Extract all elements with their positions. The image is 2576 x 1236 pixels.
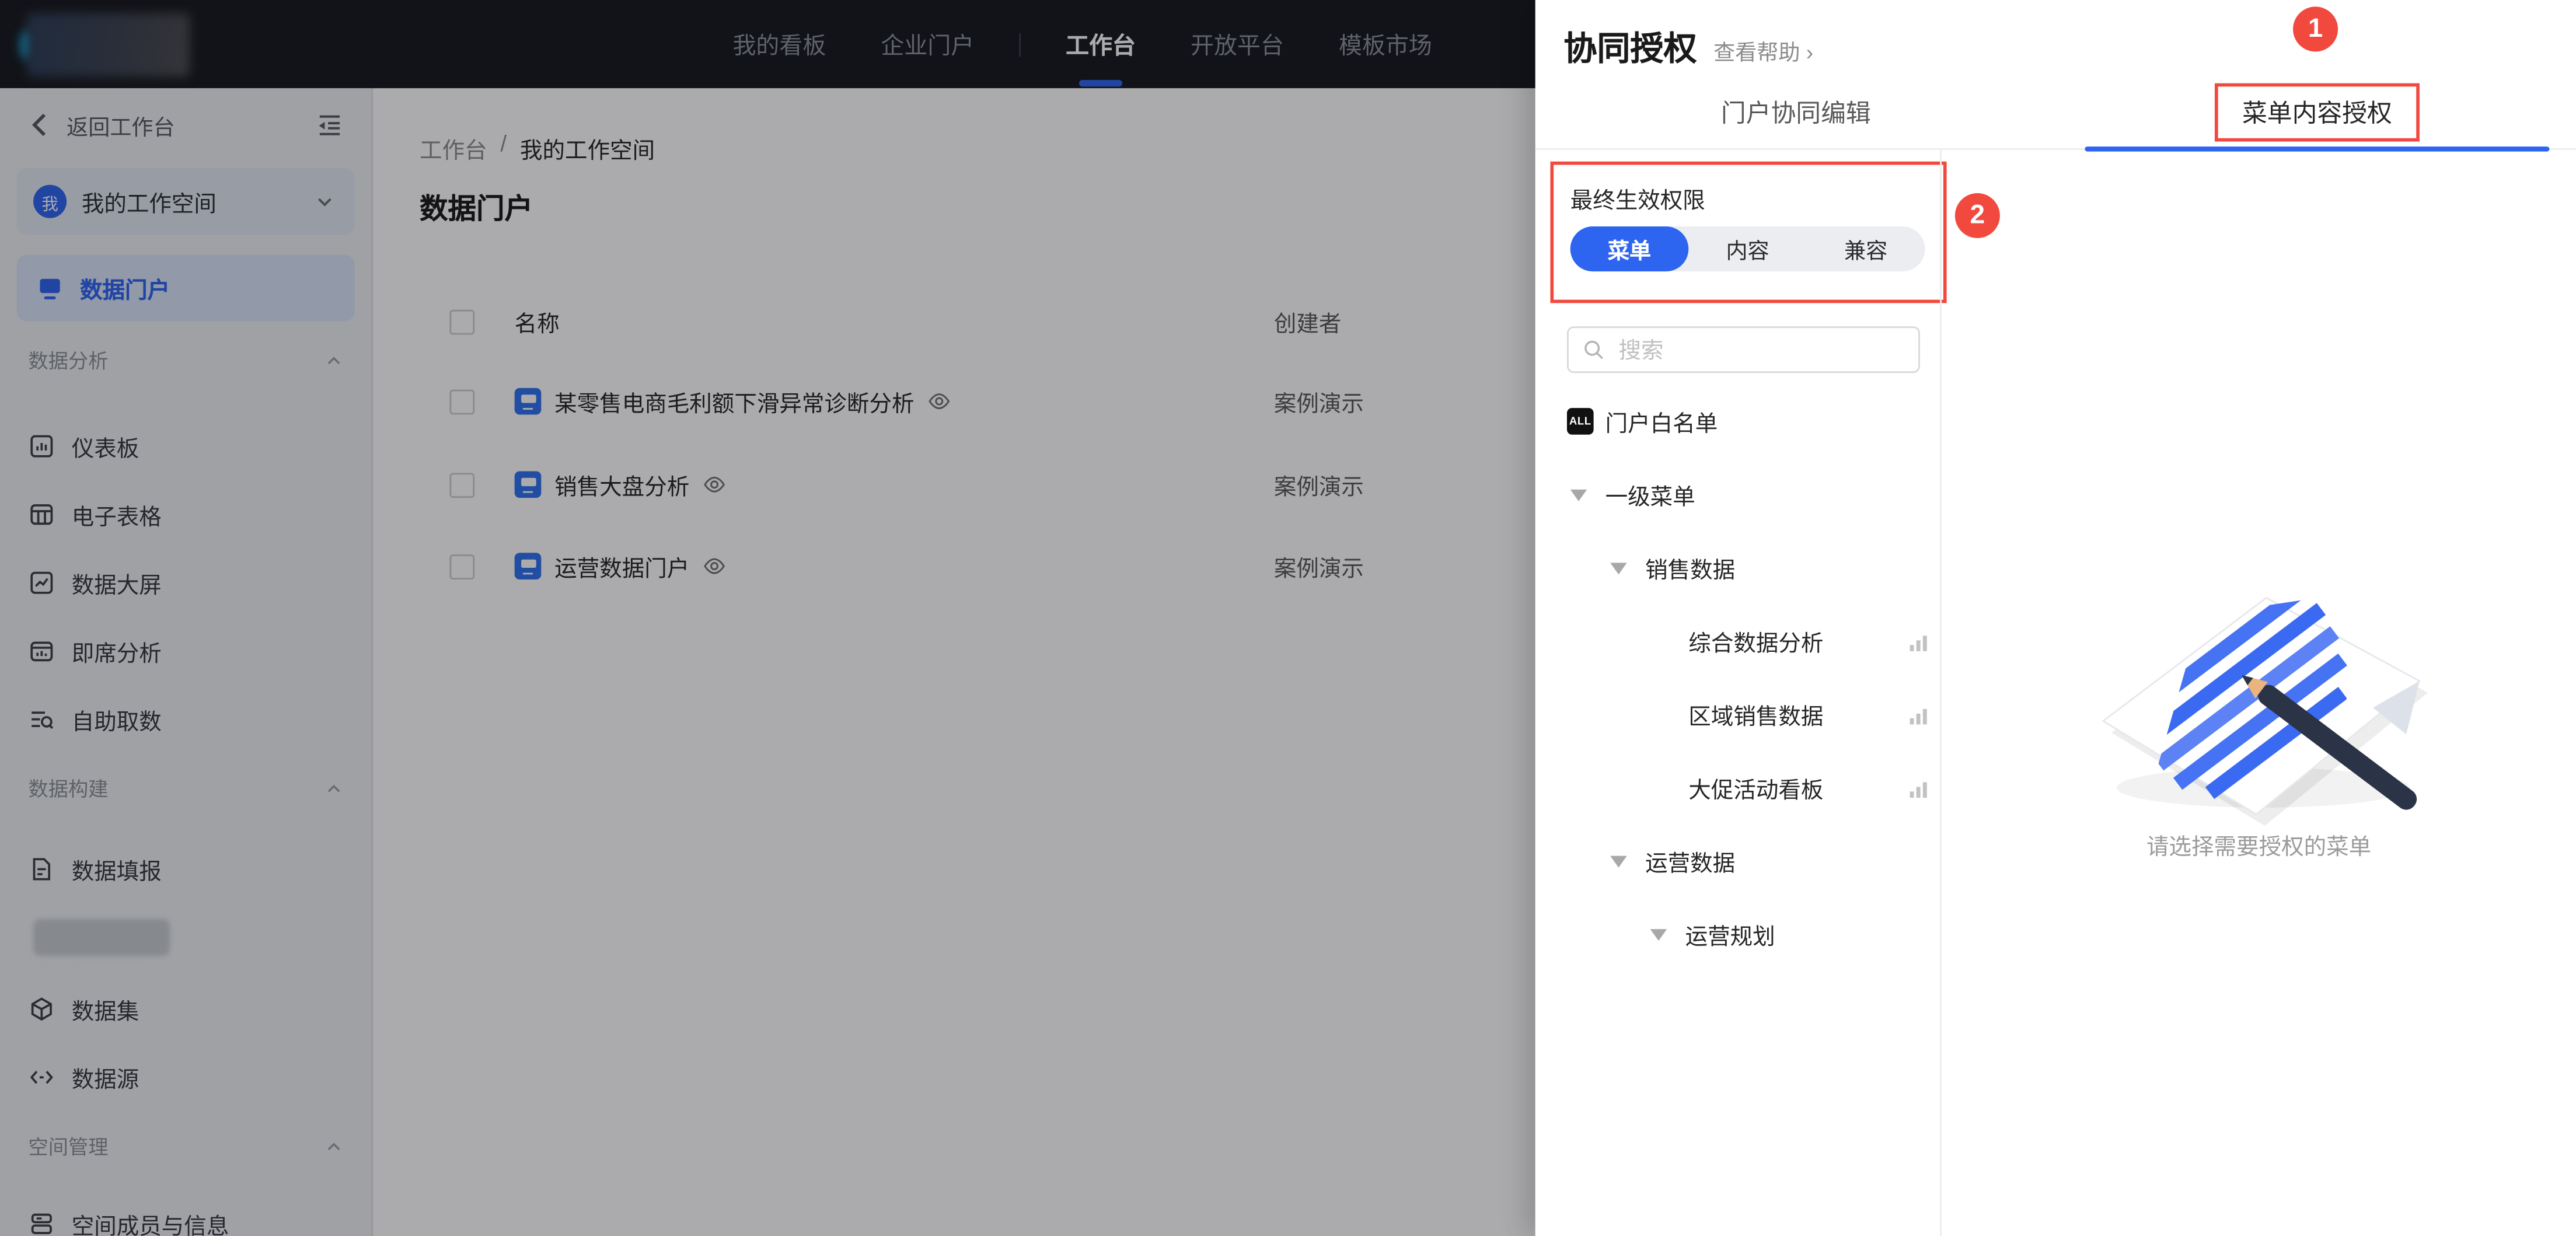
caret-down-icon[interactable] bbox=[1610, 855, 1627, 867]
annotation-step-2: 2 bbox=[1955, 193, 2000, 238]
menu-tree: ALL 门户白名单 一级菜单 销售数据 综合数据分析 区域销售数据 大促活动看板 bbox=[1535, 385, 1940, 1236]
caret-down-icon[interactable] bbox=[1610, 562, 1627, 574]
tree-node-operations-plan[interactable]: 运营规划 bbox=[1535, 898, 1940, 971]
panel-title: 协同授权 bbox=[1563, 22, 1697, 70]
tree-node-sales-data[interactable]: 销售数据 bbox=[1535, 531, 1940, 605]
tree-node-comprehensive-analysis[interactable]: 综合数据分析 bbox=[1535, 605, 1940, 678]
view-help-link[interactable]: 查看帮助 › bbox=[1713, 35, 1813, 67]
tab-menu-content-auth[interactable]: 菜单内容授权 bbox=[2057, 75, 2576, 148]
bar-chart-icon bbox=[1908, 630, 1930, 652]
tree-node-label: 一级菜单 bbox=[1605, 478, 1695, 511]
caret-down-icon[interactable] bbox=[1570, 488, 1587, 500]
final-permission-label: 最终生效权限 bbox=[1570, 181, 1705, 215]
modal-dim-overlay bbox=[0, 0, 1535, 1236]
tab-portal-collab-edit[interactable]: 门户协同编辑 bbox=[1535, 75, 2057, 148]
tab-label: 菜单内容授权 bbox=[2242, 99, 2392, 128]
permission-segmented-control: 菜单 内容 兼容 bbox=[1570, 226, 1925, 271]
annotation-box-permission: 最终生效权限 菜单 内容 兼容 bbox=[1550, 162, 1946, 303]
tree-node-whitelist[interactable]: ALL 门户白名单 bbox=[1535, 385, 1940, 458]
segment-content[interactable]: 内容 bbox=[1688, 226, 1807, 271]
tree-node-regional-sales[interactable]: 区域销售数据 bbox=[1535, 678, 1940, 751]
all-badge-icon: ALL bbox=[1567, 408, 1594, 435]
empty-state-text: 请选择需要授权的菜单 bbox=[1940, 828, 2576, 861]
document-pencil-illustration bbox=[2079, 578, 2438, 828]
tree-node-level1-menu[interactable]: 一级菜单 bbox=[1535, 458, 1940, 532]
tree-node-label: 运营规划 bbox=[1685, 917, 1775, 951]
annotation-step-1: 1 bbox=[2293, 6, 2338, 51]
menu-search-box[interactable] bbox=[1567, 326, 1920, 373]
segment-compatible[interactable]: 兼容 bbox=[1807, 226, 1925, 271]
tree-node-label: 区域销售数据 bbox=[1688, 698, 1823, 731]
tree-node-label: 运营数据 bbox=[1645, 844, 1735, 878]
annotation-box-tab: 菜单内容授权 bbox=[2215, 82, 2418, 141]
tree-node-label: 综合数据分析 bbox=[1688, 624, 1823, 658]
empty-state: 请选择需要授权的菜单 bbox=[1940, 148, 2576, 1236]
tree-node-promo-board[interactable]: 大促活动看板 bbox=[1535, 751, 1940, 825]
search-icon bbox=[1582, 338, 1605, 361]
caret-down-icon[interactable] bbox=[1650, 928, 1667, 940]
tree-node-label: 大促活动看板 bbox=[1688, 771, 1823, 804]
tree-node-label: 门户白名单 bbox=[1605, 404, 1718, 438]
bar-chart-icon bbox=[1908, 704, 1930, 725]
collaboration-auth-panel: 门户协同编辑 菜单内容授权 协同授权 查看帮助 › 1 2 最终生效权限 菜单 … bbox=[1535, 0, 2576, 1236]
bar-chart-icon bbox=[1908, 777, 1930, 798]
screenshot-root: 我的看板 企业门户 工作台 开放平台 模板市场 返回工作台 我 我的工作空间 bbox=[0, 0, 2576, 1236]
tree-node-operations-data[interactable]: 运营数据 bbox=[1535, 824, 1940, 898]
app: 我的看板 企业门户 工作台 开放平台 模板市场 返回工作台 我 我的工作空间 bbox=[0, 0, 2576, 1236]
search-input[interactable] bbox=[1615, 336, 1889, 364]
tree-node-label: 销售数据 bbox=[1645, 551, 1735, 584]
segment-menu[interactable]: 菜单 bbox=[1570, 226, 1689, 271]
